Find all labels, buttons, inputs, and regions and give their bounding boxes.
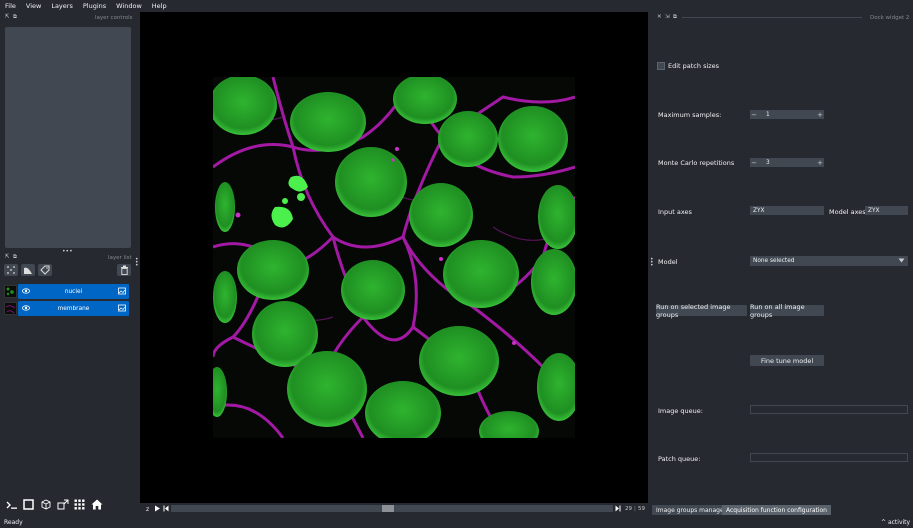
run-selected-groups-button[interactable]: Run on selected image groups [656,303,747,319]
layer-thumbnail [4,285,17,298]
layer-item-nuclei[interactable]: nuclei [18,284,129,299]
model-select[interactable]: None selected [750,256,908,266]
title-divider [682,17,862,18]
points-icon [7,266,15,274]
image-layer-icon [118,287,126,297]
model-selected-value: None selected [753,258,795,264]
float-icon[interactable]: ⧉ [673,14,677,21]
terminal-icon [6,501,17,509]
new-shapes-layer-button[interactable] [21,264,35,276]
trash-icon [120,265,128,275]
roll-dims-button[interactable] [39,498,52,511]
tag-icon [40,265,50,275]
chevron-down-icon [898,258,905,265]
microscopy-image[interactable] [213,77,575,438]
activity-label: activity [887,519,911,526]
cells-image [213,77,575,438]
splitter-handle[interactable]: ••• [135,257,139,269]
home-icon [91,499,102,510]
shapes-icon [24,267,32,274]
close-icon[interactable]: ✕ [657,14,662,20]
run-all-groups-button[interactable]: Run on all image groups [750,303,824,319]
dims-slider-thumb[interactable] [382,505,394,512]
max-samples-label: Maximum samples: [658,111,722,119]
dock-title: Dock widget 2 [870,15,910,21]
image-queue-label: Image queue: [658,407,703,415]
layer-name: membrane [57,305,90,312]
status-text: Ready [4,519,23,526]
toggle-ndisplay-button[interactable] [22,498,35,511]
model-axes-field[interactable]: ZYX [865,206,908,215]
layer-item-membrane[interactable]: membrane [18,301,129,316]
menu-view[interactable]: View [21,2,46,10]
menu-bar: File View Layers Plugins Window Help [0,0,913,12]
transpose-icon [57,499,68,510]
float-dock-icon[interactable]: ⇱ [5,14,10,20]
step-forward-icon[interactable] [615,505,621,514]
menu-window[interactable]: Window [111,2,147,10]
input-axes-label: Input axes [658,208,692,216]
image-layer-icon [118,304,126,314]
mc-repetitions-label: Monte Carlo repetitions [658,159,735,167]
dims-slider-track[interactable] [171,505,613,512]
plus-icon[interactable]: + [816,159,824,167]
edit-patch-sizes-checkbox[interactable] [657,62,665,70]
menu-plugins[interactable]: Plugins [78,2,111,10]
new-labels-layer-button[interactable] [38,264,52,276]
activity-button[interactable]: ^ activity [881,519,910,526]
float-dock-icon[interactable]: ⇱ [5,254,10,260]
transpose-dims-button[interactable] [56,498,69,511]
grid-view-button[interactable] [73,498,86,511]
menu-file[interactable]: File [0,2,21,10]
slice-separator: | [634,506,636,512]
hide-icon[interactable]: ⇲ [665,14,670,20]
image-queue-progress [750,405,908,414]
layer-name: nuclei [64,288,83,295]
tab-image-groups-manager[interactable]: Image groups manager [652,505,731,515]
current-slice[interactable]: 29 [625,506,632,512]
max-samples-value: 1 [766,111,770,118]
plus-icon[interactable]: + [816,111,824,119]
layer-list-title: layer list [108,255,132,261]
play-icon[interactable] [154,505,161,514]
fine-tune-button[interactable]: Fine tune model [750,355,824,366]
layer-thumbnail [4,302,17,315]
tab-acquisition-function-configuration[interactable]: Acquisition function configuration [722,505,831,515]
mc-repetitions-value: 3 [766,159,770,166]
cube-icon [41,499,50,510]
square-icon [23,499,34,510]
layer-row-nuclei[interactable]: nuclei [4,284,130,299]
layer-controls-area [5,27,131,248]
home-button[interactable] [90,498,103,511]
max-samples-spinbox[interactable]: − 1 + [750,110,824,119]
minus-icon[interactable]: − [750,159,758,167]
mc-repetitions-spinbox[interactable]: − 3 + [750,158,824,167]
axis-label[interactable]: z [146,506,149,513]
grid-icon [74,499,85,510]
status-bar [0,516,913,528]
minus-icon[interactable]: − [750,111,758,119]
patch-queue-label: Patch queue: [658,455,701,463]
total-slices: 59 [638,506,645,512]
delete-layer-button[interactable] [117,264,131,276]
console-button[interactable] [5,498,18,511]
chevron-up-icon: ^ [881,519,887,526]
close-dock-icon[interactable]: ⧉ [13,14,17,21]
patch-queue-progress [750,453,908,462]
model-label: Model [658,258,678,266]
layer-controls-title: layer controls [95,15,133,21]
splitter-handle[interactable]: ••• [650,257,654,269]
new-points-layer-button[interactable] [4,264,18,276]
step-back-icon[interactable] [163,505,169,514]
input-axes-field[interactable]: ZYX [750,206,824,215]
close-dock-icon[interactable]: ⧉ [13,254,17,261]
splitter-handle[interactable]: ••• [62,248,73,255]
edit-patch-sizes-label: Edit patch sizes [668,62,720,70]
model-axes-label: Model axes [829,208,866,216]
menu-help[interactable]: Help [147,2,172,10]
layer-row-membrane[interactable]: membrane [4,301,130,316]
menu-layers[interactable]: Layers [46,2,78,10]
